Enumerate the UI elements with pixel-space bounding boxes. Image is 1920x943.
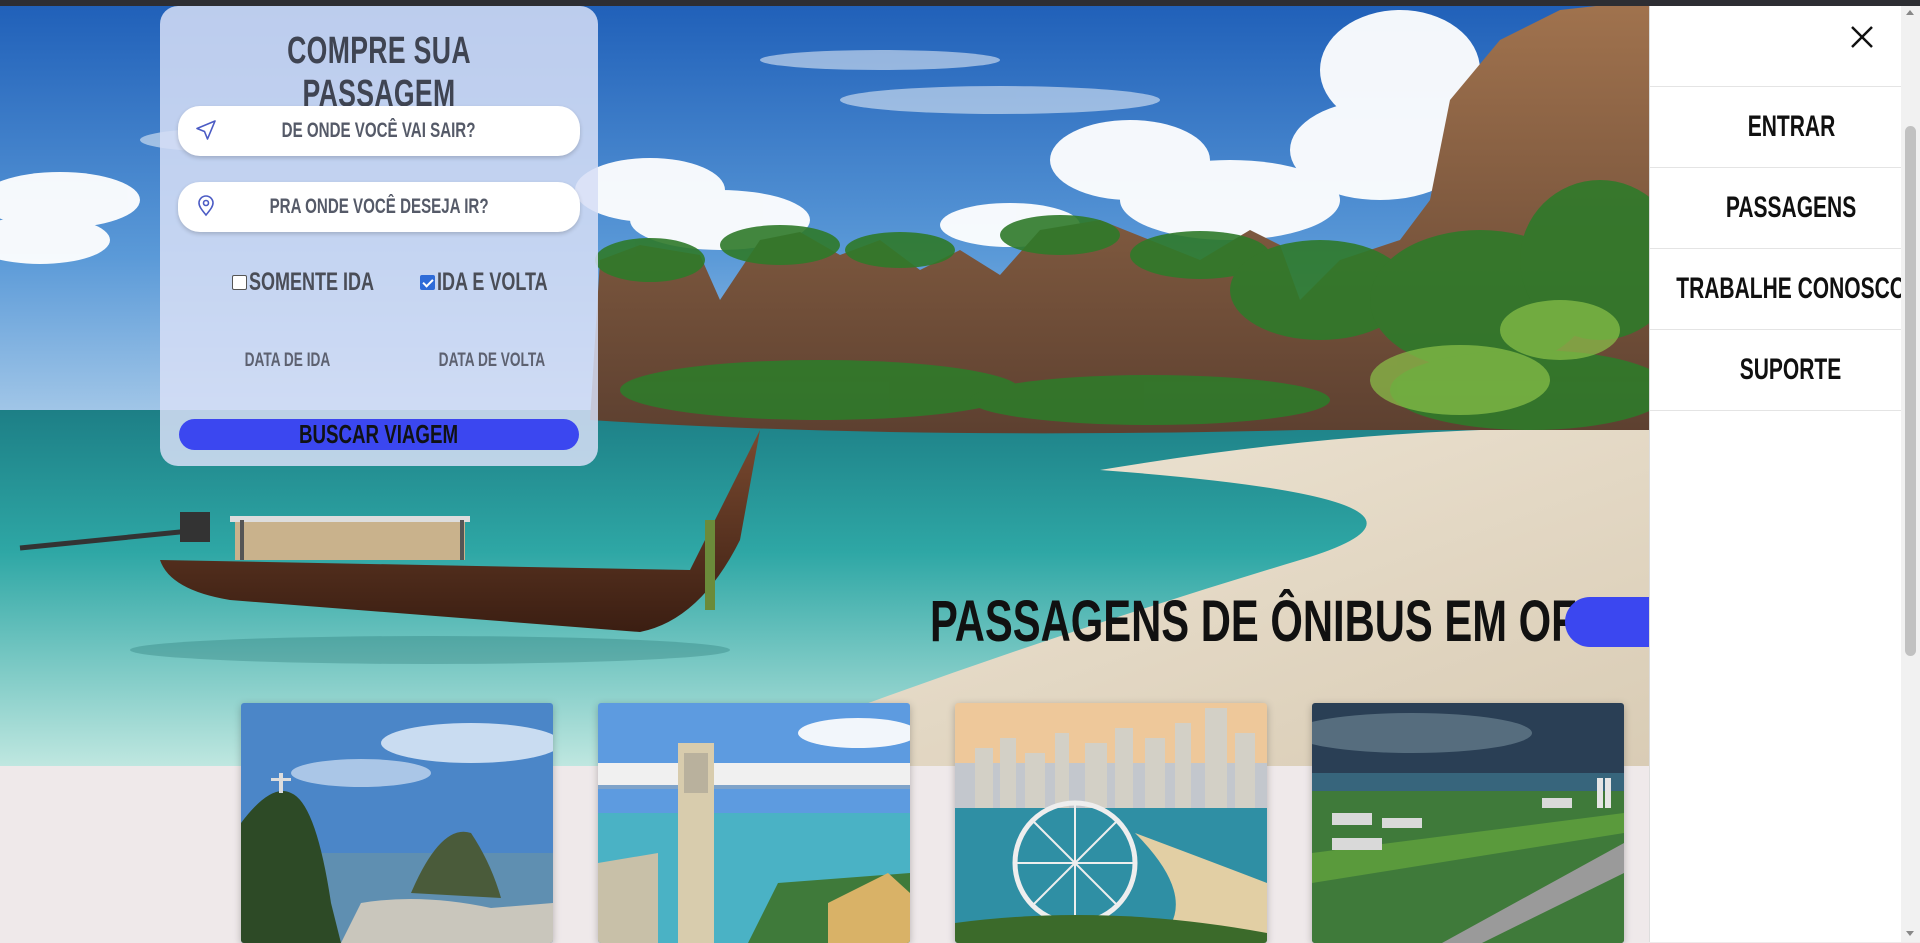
round-trip-label: IDA E VOLTA (437, 268, 548, 296)
brasilia-photo (1312, 703, 1624, 943)
search-trip-label: BUSCAR VIAGEM (299, 419, 459, 449)
menu-item-entrar[interactable]: ENTRAR (1650, 87, 1902, 168)
booking-panel: COMPRE SUA PASSAGEM DE ONDE VOCÊ VAI SAI… (160, 6, 598, 466)
side-menu: ENTRAR PASSAGENS TRABALHE CONOSCO SUPORT… (1649, 6, 1906, 942)
offer-card-camboriu[interactable] (955, 703, 1267, 943)
close-icon[interactable] (1847, 22, 1877, 52)
return-date-label: DATA DE VOLTA (438, 350, 546, 371)
one-way-label: SOMENTE IDA (249, 268, 375, 296)
round-trip-checkbox[interactable] (420, 275, 435, 290)
destination-input[interactable]: PRA ONDE VOCÊ DESEJA IR? (178, 182, 580, 232)
departure-date-label: DATA DE IDA (244, 350, 331, 371)
scroll-down-arrow-icon[interactable] (1906, 931, 1914, 936)
destination-placeholder: PRA ONDE VOCÊ DESEJA IR? (269, 195, 489, 218)
browser-top-bar (0, 0, 1920, 6)
origin-input[interactable]: DE ONDE VOCÊ VAI SAIR? (178, 106, 580, 156)
one-way-checkbox[interactable] (232, 275, 247, 290)
departure-date-field[interactable]: DATA DE IDA (228, 350, 347, 372)
page-scrollbar[interactable] (1901, 6, 1920, 942)
rio-de-janeiro-photo (241, 703, 553, 943)
menu-item-suporte[interactable]: SUPORTE (1650, 330, 1902, 411)
search-trip-button[interactable]: BUSCAR VIAGEM (179, 419, 579, 450)
round-trip-option[interactable]: IDA E VOLTA (420, 268, 591, 297)
offer-card-salvador[interactable] (598, 703, 910, 943)
scroll-thumb[interactable] (1905, 126, 1916, 656)
menu-item-trabalhe-conosco[interactable]: TRABALHE CONOSCO (1650, 249, 1906, 330)
one-way-option[interactable]: SOMENTE IDA (232, 268, 423, 297)
menu-list: ENTRAR PASSAGENS TRABALHE CONOSCO SUPORT… (1650, 86, 1906, 411)
salvador-photo (598, 703, 910, 943)
menu-item-passagens[interactable]: PASSAGENS (1650, 168, 1902, 249)
origin-placeholder: DE ONDE VOCÊ VAI SAIR? (282, 119, 476, 142)
offer-card-rio[interactable] (241, 703, 553, 943)
balneario-camboriu-photo (955, 703, 1267, 943)
offer-card-brasilia[interactable] (1312, 703, 1624, 943)
return-date-field[interactable]: DATA DE VOLTA (418, 350, 566, 372)
booking-title: COMPRE SUA PASSAGEM (287, 30, 471, 115)
scroll-up-arrow-icon[interactable] (1906, 10, 1914, 15)
